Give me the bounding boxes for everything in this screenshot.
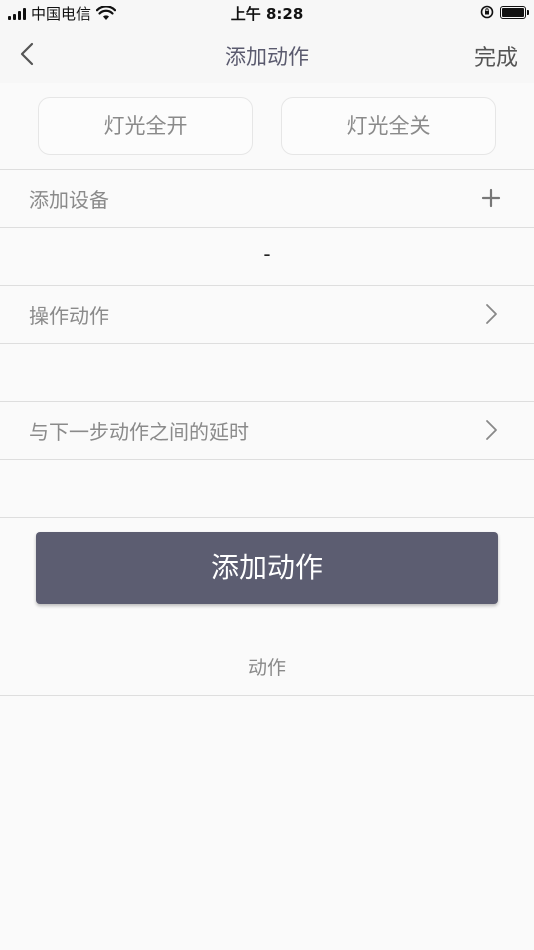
status-time: 上午 8:28 [230,5,304,23]
add-device-row[interactable]: 添加设备 [0,169,534,227]
divider [0,695,534,696]
device-value-row: - [0,227,534,285]
page-title: 添加动作 [225,45,309,69]
status-bar: 中国电信 上午 8:28 [0,0,534,26]
status-right [480,5,529,19]
delay-value-row [0,459,534,517]
done-button[interactable]: 完成 [474,40,518,72]
add-device-label: 添加设备 [29,188,109,212]
lights-all-on-button[interactable]: 灯光全开 [38,97,253,155]
lock-rotation-icon [480,5,494,19]
delay-row[interactable]: 与下一步动作之间的延时 [0,401,534,459]
operation-row[interactable]: 操作动作 [0,285,534,343]
device-value: - [263,242,271,266]
plus-icon[interactable] [480,187,502,209]
divider [0,517,534,518]
operation-label: 操作动作 [29,304,109,328]
actions-section-label: 动作 [247,657,286,679]
chevron-right-icon[interactable] [480,303,502,325]
lights-all-off-button[interactable]: 灯光全关 [281,97,496,155]
nav-bar: 添加动作 完成 [0,26,534,83]
battery-icon [500,5,529,19]
add-action-button[interactable]: 添加动作 [36,532,498,604]
delay-label: 与下一步动作之间的延时 [29,420,249,444]
preset-section: 灯光全开 灯光全关 [0,83,534,169]
chevron-right-icon[interactable] [480,419,502,441]
operation-value-row [0,343,534,401]
